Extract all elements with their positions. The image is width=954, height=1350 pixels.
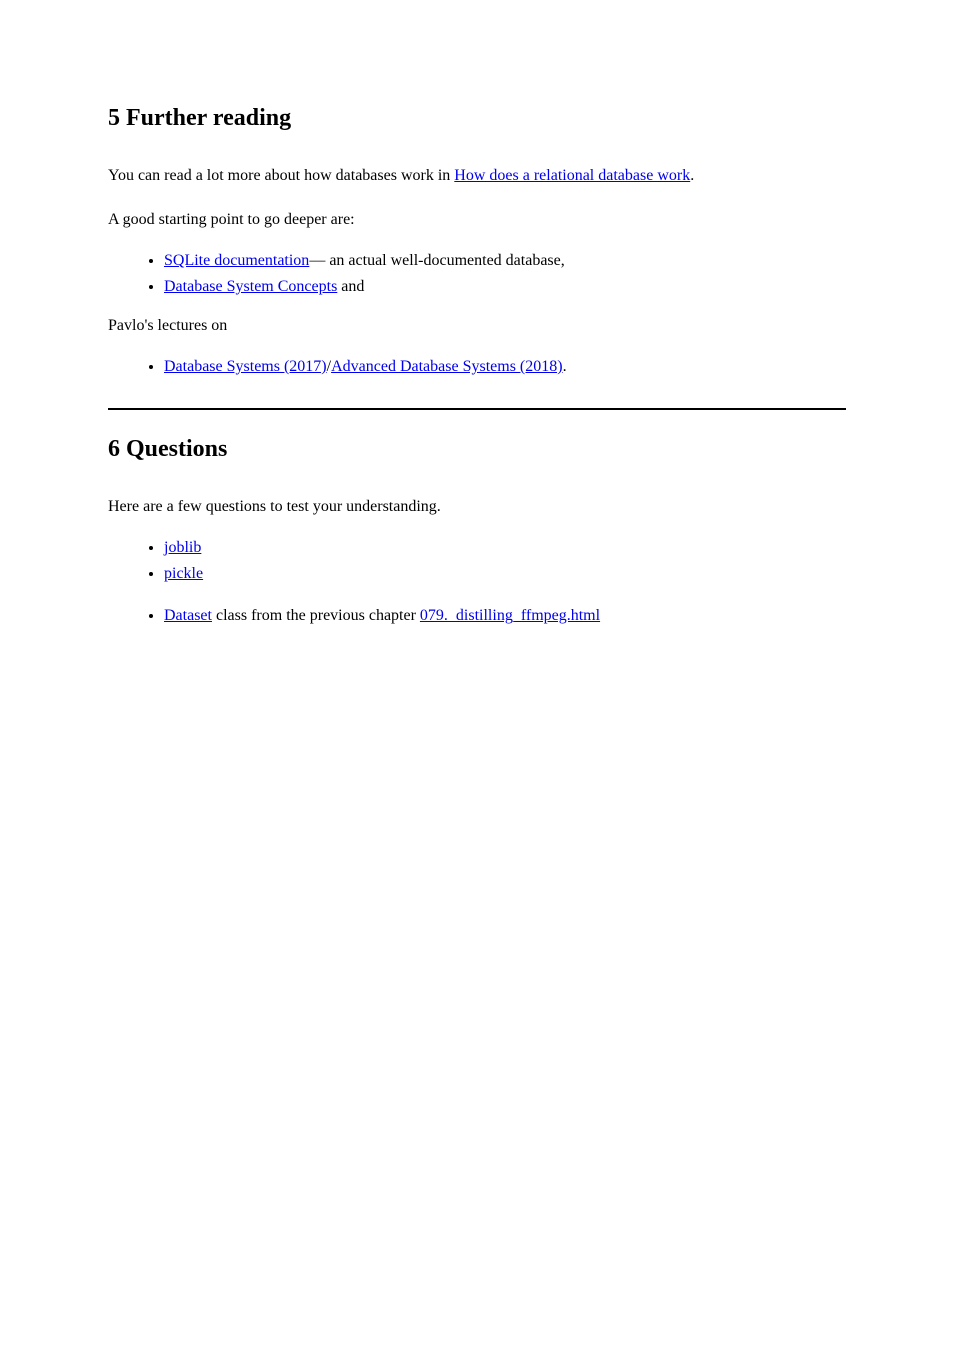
link-pickle[interactable]: pickle: [164, 565, 203, 582]
link-dataset[interactable]: Dataset: [164, 607, 212, 624]
intro-after: .: [690, 167, 694, 184]
deeper-intro: A good starting point to go deeper are:: [108, 208, 846, 232]
questions-heading: 6 Questions: [108, 436, 846, 463]
link-db-concepts[interactable]: Database System Concepts: [164, 278, 337, 295]
question-2-list: Dataset class from the previous chapter …: [108, 607, 846, 625]
further-reading-heading: 5 Further reading: [108, 105, 846, 132]
document-page: 5 Further reading You can read a lot mor…: [0, 0, 954, 625]
pavlo-period: .: [563, 358, 567, 375]
q1-pickle: pickle: [164, 565, 846, 583]
intro-text: You can read a lot more about how databa…: [108, 167, 454, 184]
link-sqlite-docs[interactable]: SQLite documentation: [164, 252, 309, 269]
reading-item-sqlite-suffix: — an actual well-documented database,: [309, 252, 564, 269]
reading-item-sqlite: SQLite documentation— an actual well-doc…: [164, 252, 846, 270]
link-adv-db-2018[interactable]: Advanced Database Systems (2018): [331, 358, 563, 375]
questions-intro: Here are a few questions to test your un…: [108, 495, 846, 519]
link-prev-chapter[interactable]: 079._distilling_ffmpeg.html: [420, 607, 600, 624]
q2-mid: class from the previous chapter: [216, 607, 420, 624]
reading-list: SQLite documentation— an actual well-doc…: [108, 252, 846, 296]
pavlo-list: Database Systems (2017)/Advanced Databas…: [108, 358, 846, 376]
reading-item-dbconcepts: Database System Concepts and: [164, 278, 846, 296]
section-divider: [108, 408, 846, 410]
q2-dataset: Dataset class from the previous chapter …: [164, 607, 846, 625]
pavlo-intro: Pavlo's lectures on: [108, 314, 846, 338]
pavlo-item: Database Systems (2017)/Advanced Databas…: [164, 358, 846, 376]
q1-joblib: joblib: [164, 539, 846, 557]
further-reading-intro: You can read a lot more about how databa…: [108, 164, 846, 188]
link-db-systems-2017[interactable]: Database Systems (2017): [164, 358, 327, 375]
question-1-list: joblib pickle: [108, 539, 846, 583]
reading-item-dbconcepts-suffix: and: [337, 278, 364, 295]
link-joblib[interactable]: joblib: [164, 539, 201, 556]
link-how-db-works[interactable]: How does a relational database work: [454, 167, 690, 184]
